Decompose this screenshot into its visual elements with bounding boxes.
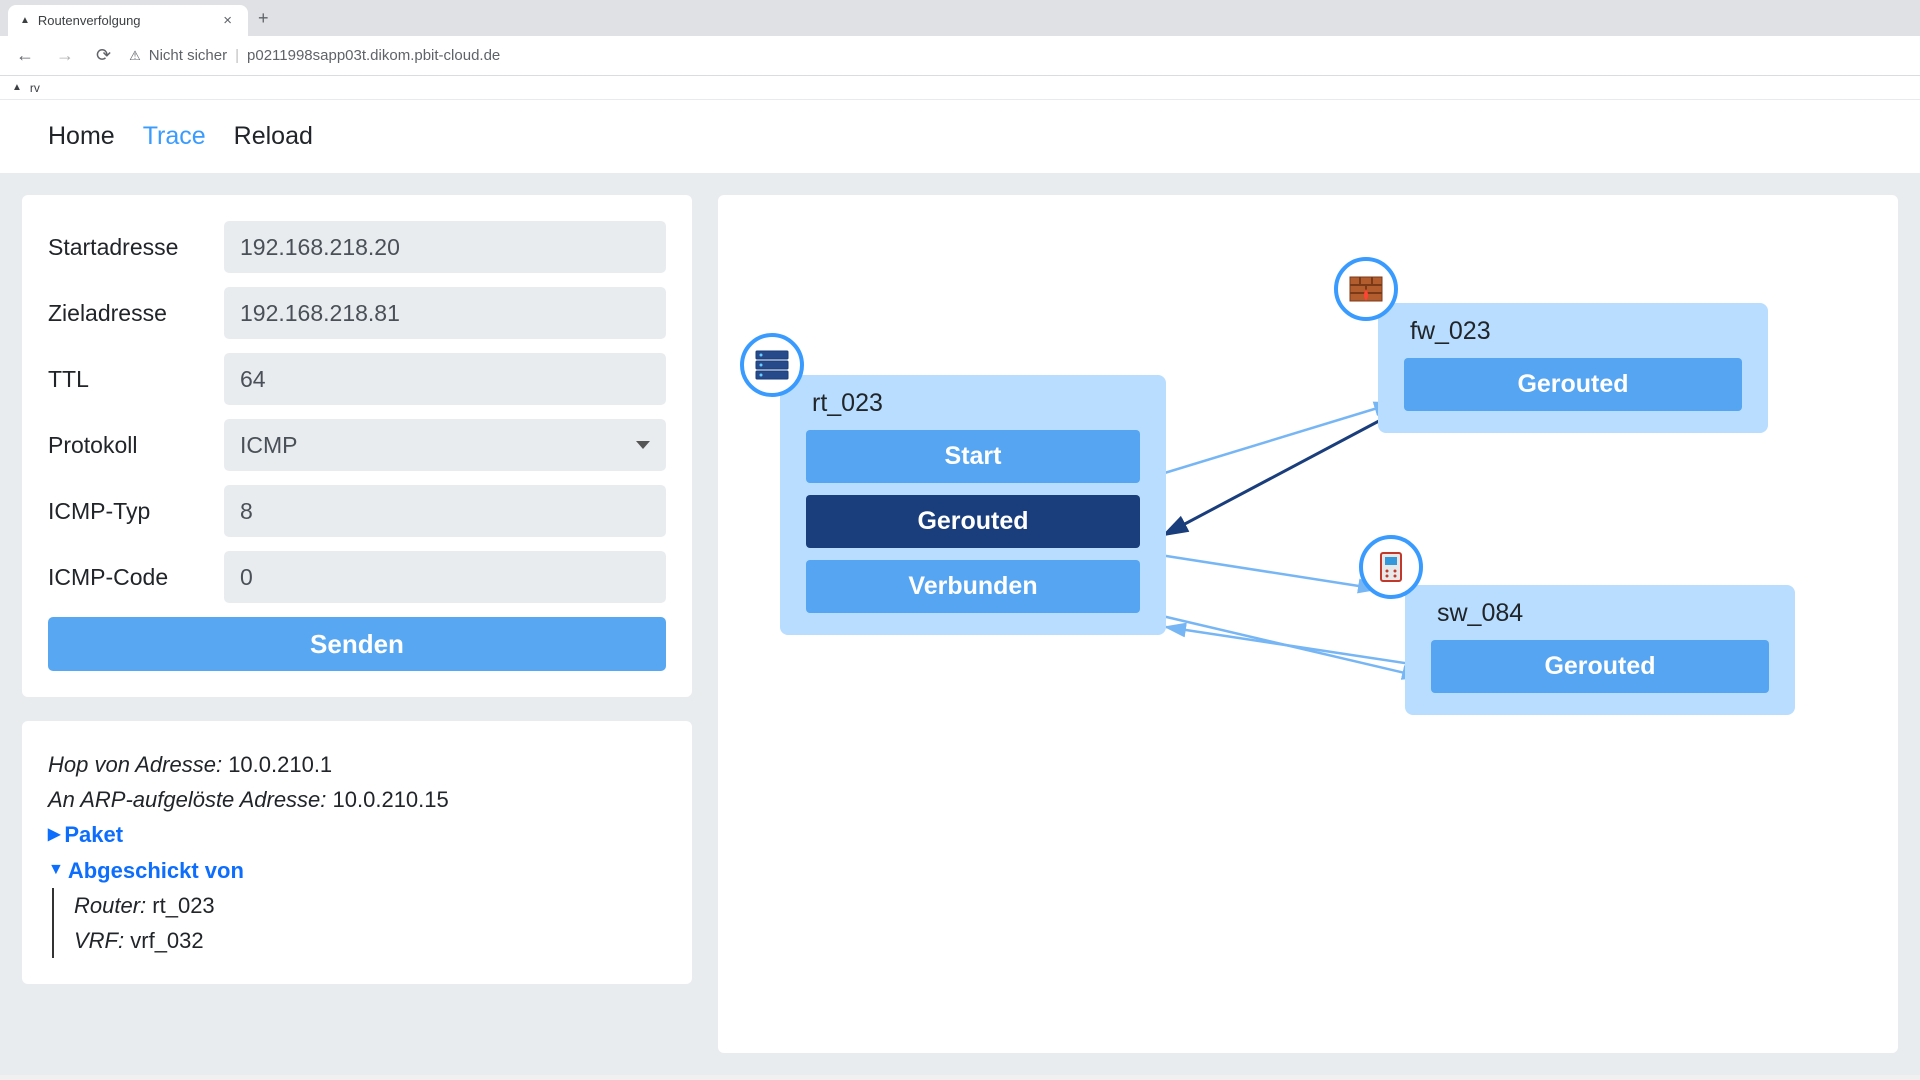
url-field[interactable]: ⚠ Nicht sicher | p0211998sapp03t.dikom.p… [129,47,1908,64]
arp-value: 10.0.210.15 [333,787,449,812]
node-title: fw_023 [1410,317,1742,346]
node-title: rt_023 [812,389,1140,418]
hop-label: Hop von Adresse: [48,752,222,777]
icmp-code-label: ICMP-Code [48,564,224,591]
router-value: rt_023 [152,893,214,918]
arp-label: An ARP-aufgelöste Adresse: [48,787,326,812]
node-state-gerouted[interactable]: Gerouted [1431,640,1769,693]
bookmark-label[interactable]: rv [30,81,40,95]
node-state-gerouted[interactable]: Gerouted [1404,358,1742,411]
url-text: p0211998sapp03t.dikom.pbit-cloud.de [247,47,500,64]
switch-icon [1359,535,1423,599]
node-firewall[interactable]: fw_023 Gerouted [1378,303,1768,433]
target-address-label: Zieladresse [48,300,224,327]
sentby-disclosure[interactable]: ▼Abgeschickt von [48,853,666,888]
address-bar: ← → ⟳ ⚠ Nicht sicher | p0211998sapp03t.d… [0,36,1920,76]
router-icon [740,333,804,397]
target-address-input[interactable] [224,287,666,339]
node-state-gerouted[interactable]: Gerouted [806,495,1140,548]
node-title: sw_084 [1437,599,1769,628]
content-area: Startadresse Zieladresse TTL Protokoll I… [0,173,1920,1075]
form-panel: Startadresse Zieladresse TTL Protokoll I… [22,195,692,697]
node-router[interactable]: rt_023 Start Gerouted Verbunden [780,375,1166,635]
nav-home[interactable]: Home [48,122,115,151]
protocol-label: Protokoll [48,432,224,459]
start-address-label: Startadresse [48,234,224,261]
start-address-input[interactable] [224,221,666,273]
bookmark-icon: ▲ [12,82,22,93]
protocol-select[interactable]: ICMP [224,419,666,471]
nav-trace[interactable]: Trace [143,122,206,151]
node-state-verbunden[interactable]: Verbunden [806,560,1140,613]
separator: | [235,47,239,64]
paket-disclosure[interactable]: ▶Paket [48,817,666,852]
triangle-down-icon: ▼ [48,857,64,883]
nav-reload[interactable]: Reload [234,122,313,151]
hop-value: 10.0.210.1 [228,752,332,777]
sentby-block: Router: rt_023 VRF: vrf_032 [52,888,666,958]
ttl-label: TTL [48,366,224,393]
tab-title: Routenverfolgung [38,13,141,28]
vrf-value: vrf_032 [130,928,203,953]
browser-chrome: ▲ Routenverfolgung × + ← → ⟳ ⚠ Nicht sic… [0,0,1920,100]
triangle-right-icon: ▶ [48,822,60,848]
icmp-type-label: ICMP-Typ [48,498,224,525]
favicon-icon: ▲ [20,15,30,26]
ttl-input[interactable] [224,353,666,405]
details-panel: Hop von Adresse: 10.0.210.1 An ARP-aufge… [22,721,692,984]
tab-bar: ▲ Routenverfolgung × + [0,0,1920,36]
router-label: Router: [74,893,146,918]
browser-tab[interactable]: ▲ Routenverfolgung × [8,5,248,36]
security-label: Nicht sicher [149,47,227,64]
forward-button[interactable]: → [52,43,78,68]
icmp-code-input[interactable] [224,551,666,603]
node-state-start[interactable]: Start [806,430,1140,483]
icmp-type-input[interactable] [224,485,666,537]
reload-button[interactable]: ⟳ [92,43,115,68]
left-column: Startadresse Zieladresse TTL Protokoll I… [22,195,692,1053]
firewall-icon [1334,257,1398,321]
bookmark-bar: ▲ rv [0,76,1920,100]
new-tab-button[interactable]: + [248,1,279,36]
diagram-panel: rt_023 Start Gerouted Verbunden fw_023 G… [718,195,1898,1053]
app-nav: Home Trace Reload [0,100,1920,173]
vrf-label: VRF: [74,928,124,953]
close-tab-icon[interactable]: × [219,12,236,29]
back-button[interactable]: ← [12,43,38,68]
submit-button[interactable]: Senden [48,617,666,671]
node-switch[interactable]: sw_084 Gerouted [1405,585,1795,715]
not-secure-icon: ⚠ [129,48,141,64]
